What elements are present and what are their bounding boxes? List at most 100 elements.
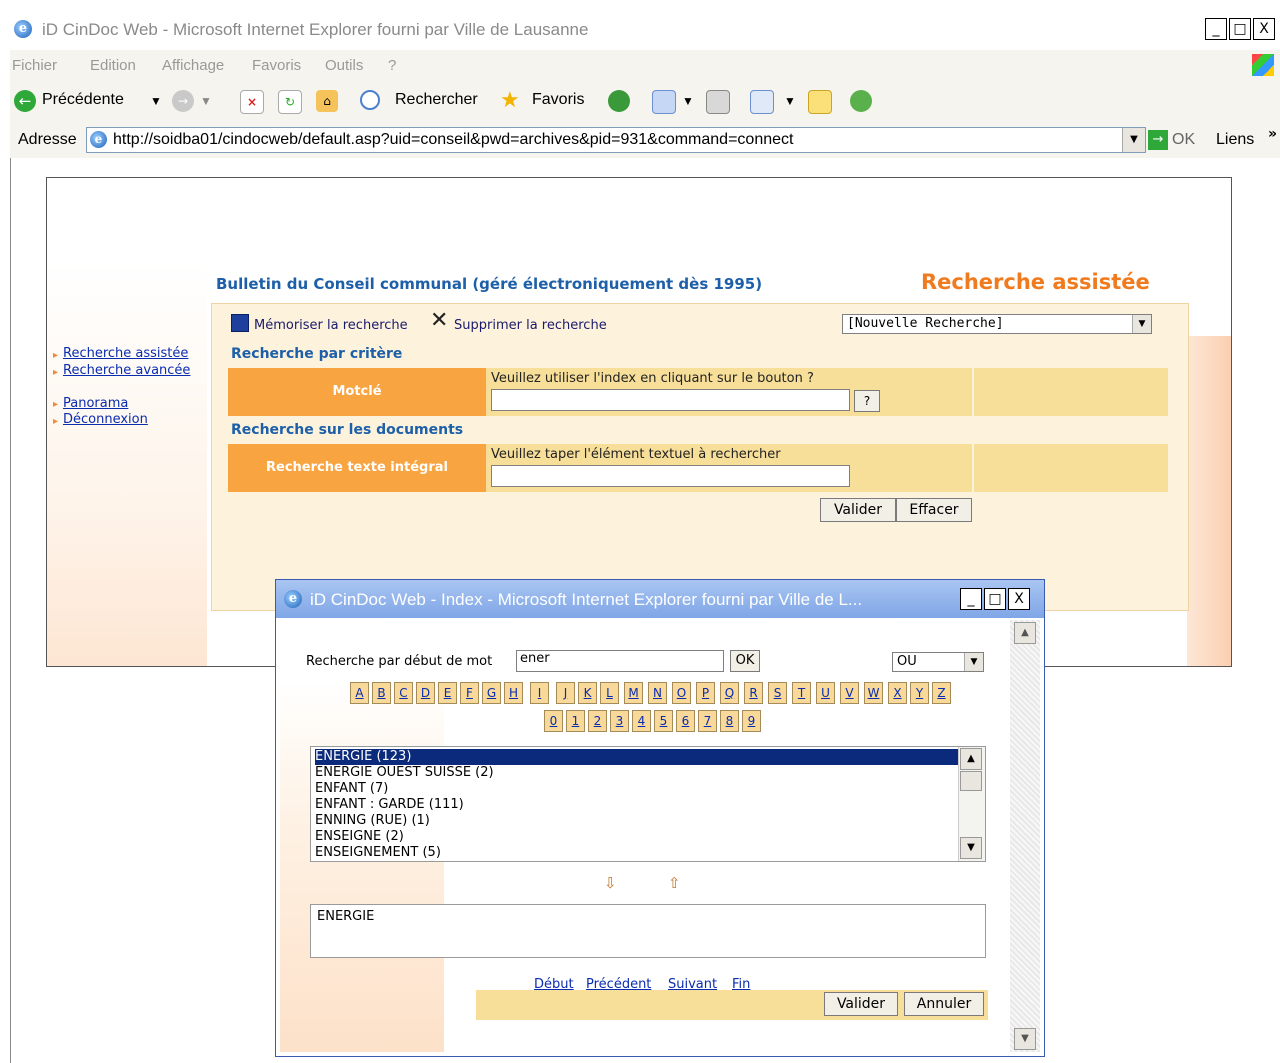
keyword-input[interactable]	[491, 389, 850, 411]
popup-cancel-button[interactable]: Annuler	[904, 992, 984, 1016]
address-dropdown-icon[interactable]: ▼	[1122, 128, 1145, 152]
letter-s[interactable]: S	[768, 682, 787, 704]
letter-n[interactable]: N	[648, 682, 667, 704]
print-icon[interactable]	[706, 90, 730, 114]
maximize-button[interactable]: □	[1229, 18, 1251, 40]
digit-8[interactable]: 8	[720, 710, 739, 732]
scroll-up-icon[interactable]: ▲	[1014, 622, 1036, 644]
refresh-icon[interactable]: ↻	[278, 90, 302, 114]
letter-u[interactable]: U	[816, 682, 835, 704]
address-input[interactable]: e http://soidba01/cindocweb/default.asp?…	[86, 127, 1146, 153]
letter-v[interactable]: V	[840, 682, 859, 704]
digit-0[interactable]: 0	[544, 710, 563, 732]
popup-maximize-button[interactable]: □	[984, 588, 1006, 610]
list-item[interactable]: ENFANT (7)	[315, 781, 388, 797]
letter-o[interactable]: O	[672, 682, 691, 704]
mail-dropdown-icon[interactable]: ▼	[682, 94, 694, 108]
scroll-up-icon[interactable]: ▲	[960, 748, 982, 770]
stop-icon[interactable]: ×	[240, 90, 264, 114]
save-disk-icon[interactable]	[231, 314, 249, 332]
digit-3[interactable]: 3	[610, 710, 629, 732]
menu-edition[interactable]: Edition	[90, 57, 136, 74]
letter-r[interactable]: R	[744, 682, 763, 704]
nav-recherche-avancee[interactable]: Recherche avancée	[63, 363, 190, 378]
saved-search-select[interactable]: [Nouvelle Recherche] ▼	[842, 314, 1152, 334]
digit-2[interactable]: 2	[588, 710, 607, 732]
nav-deconnexion[interactable]: Déconnexion	[63, 412, 148, 427]
list-item[interactable]: ENFANT : GARDE (111)	[315, 797, 464, 813]
list-item[interactable]: ENNING (RUE) (1)	[315, 813, 430, 829]
list-item[interactable]: ENSEIGNE (2)	[315, 829, 404, 845]
save-search-link[interactable]: Mémoriser la recherche	[254, 318, 408, 333]
popup-minimize-button[interactable]: _	[960, 588, 982, 610]
letter-c[interactable]: C	[394, 682, 413, 704]
scroll-down-icon[interactable]: ▼	[1014, 1028, 1036, 1050]
letter-d[interactable]: D	[416, 682, 435, 704]
menu-affichage[interactable]: Affichage	[162, 57, 224, 74]
menu-outils[interactable]: Outils	[325, 57, 363, 74]
letter-h[interactable]: H	[504, 682, 523, 704]
list-scrollbar[interactable]: ▲ ▼	[958, 747, 985, 861]
forward-arrow-icon[interactable]: →	[172, 90, 194, 112]
prefix-search-input[interactable]: ener	[516, 650, 724, 672]
favorites-star-icon[interactable]: ★	[500, 90, 522, 112]
minimize-button[interactable]: _	[1205, 18, 1227, 40]
delete-x-icon[interactable]: ✕	[430, 308, 448, 333]
digit-4[interactable]: 4	[632, 710, 651, 732]
letter-i[interactable]: I	[530, 682, 549, 704]
letter-y[interactable]: Y	[910, 682, 929, 704]
popup-validate-button[interactable]: Valider	[824, 992, 898, 1016]
move-down-icon[interactable]: ⇩	[604, 874, 617, 892]
scroll-down-icon[interactable]: ▼	[960, 837, 982, 859]
list-item[interactable]: ENSEIGNEMENT (5)	[315, 845, 441, 861]
digit-5[interactable]: 5	[654, 710, 673, 732]
forward-dropdown-icon[interactable]: ▼	[200, 94, 212, 108]
validate-button[interactable]: Valider	[820, 498, 896, 522]
popup-scrollbar[interactable]: ▲ ▼	[1010, 620, 1040, 1052]
home-icon[interactable]: ⌂	[316, 90, 338, 112]
letter-j[interactable]: J	[556, 682, 575, 704]
letter-q[interactable]: Q	[720, 682, 739, 704]
clear-button[interactable]: Effacer	[896, 498, 972, 522]
letter-m[interactable]: M	[624, 682, 643, 704]
letter-k[interactable]: K	[578, 682, 597, 704]
digit-6[interactable]: 6	[676, 710, 695, 732]
scroll-thumb[interactable]	[960, 771, 982, 791]
letter-g[interactable]: G	[482, 682, 501, 704]
index-help-button[interactable]: ?	[854, 390, 880, 412]
history-icon[interactable]	[608, 90, 630, 112]
back-arrow-icon[interactable]: ←	[14, 90, 36, 112]
menu-fichier[interactable]: Fichier	[12, 57, 57, 74]
edit-icon[interactable]	[750, 90, 774, 114]
prefix-ok-button[interactable]: OK	[730, 650, 760, 672]
index-results-list[interactable]: ENERGIE (123) ENERGIE OUEST SUISSE (2) E…	[310, 746, 986, 862]
back-button[interactable]: Précédente	[42, 91, 124, 109]
messenger-icon[interactable]	[850, 90, 872, 112]
letter-b[interactable]: B	[372, 682, 391, 704]
delete-search-link[interactable]: Supprimer la recherche	[454, 318, 607, 333]
links-button[interactable]: Liens	[1216, 131, 1254, 149]
go-button[interactable]: OK	[1172, 131, 1195, 149]
selected-terms-box[interactable]: ENERGIE	[310, 904, 986, 958]
nav-recherche-assistee[interactable]: Recherche assistée	[63, 346, 188, 361]
digit-7[interactable]: 7	[698, 710, 717, 732]
letter-e[interactable]: E	[438, 682, 457, 704]
letter-p[interactable]: P	[696, 682, 715, 704]
mail-icon[interactable]	[652, 90, 676, 114]
search-icon[interactable]	[360, 90, 380, 110]
popup-close-button[interactable]: X	[1008, 588, 1030, 610]
favorites-button[interactable]: Favoris	[532, 91, 584, 109]
search-button[interactable]: Rechercher	[395, 91, 478, 109]
letter-a[interactable]: A	[350, 682, 369, 704]
chevron-down-icon[interactable]: ▼	[964, 653, 983, 671]
menu-help[interactable]: ?	[388, 57, 396, 74]
list-item[interactable]: ENERGIE (123)	[315, 749, 959, 765]
links-chevron-icon[interactable]: »	[1268, 126, 1277, 142]
letter-f[interactable]: F	[460, 682, 479, 704]
close-button[interactable]: X	[1253, 18, 1275, 40]
letter-z[interactable]: Z	[932, 682, 951, 704]
letter-x[interactable]: X	[888, 682, 907, 704]
operator-select[interactable]: OU ▼	[892, 652, 984, 672]
letter-t[interactable]: T	[792, 682, 811, 704]
fulltext-input[interactable]	[491, 465, 850, 487]
